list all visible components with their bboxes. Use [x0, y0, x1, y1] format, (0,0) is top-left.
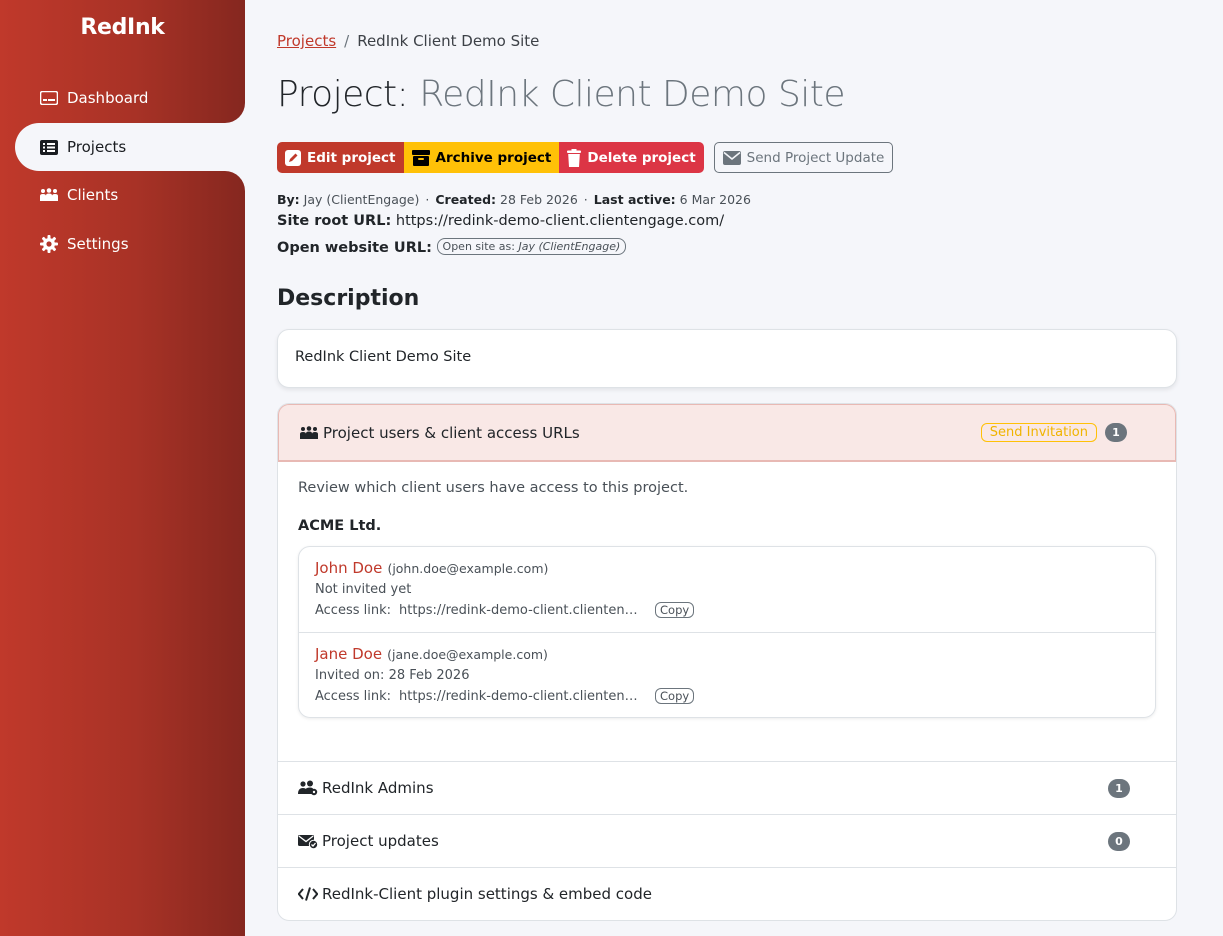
people-icon [39, 185, 59, 205]
user-name-link[interactable]: John Doe [315, 559, 382, 577]
gear-icon [39, 234, 59, 254]
copy-button[interactable]: Copy [655, 602, 695, 618]
send-project-update-button[interactable]: Send Project Update [713, 142, 894, 173]
breadcrumb: Projects / RedInk Client Demo Site [277, 32, 539, 50]
brand-logo[interactable]: RedInk [0, 0, 245, 64]
dashboard-icon [39, 88, 59, 108]
accordion-title: RedInk Admins [322, 779, 434, 797]
open-site-as-prefix: Open site as: [442, 240, 515, 253]
delete-project-label: Delete project [587, 149, 696, 166]
description-text: RedInk Client Demo Site [295, 349, 472, 365]
open-site-as-user: Jay (ClientEngage) [518, 240, 621, 253]
accordion-title: Project users & client access URLs [323, 423, 580, 442]
meta-last-active-value: 6 Mar 2026 [679, 192, 751, 207]
breadcrumb-current: RedInk Client Demo Site [357, 32, 540, 50]
list-item: Jane Doe (jane.doe@example.com) Invited … [299, 632, 1155, 717]
sidebar: RedInk Dashboard Projects Clients Settin… [0, 0, 245, 936]
admins-icon [298, 780, 318, 796]
count-badge: 1 [1108, 778, 1130, 798]
meta-by-label: By: [277, 192, 300, 207]
meta-created-value: 28 Feb 2026 [500, 192, 578, 207]
site-root-label: Site root URL: [277, 213, 392, 229]
user-access-link: Access link: https://redink-demo-client.… [315, 688, 1139, 704]
envelope-icon [722, 150, 741, 165]
accordion-header-actions: Send Invitation 1 [980, 423, 1127, 442]
edit-project-button[interactable]: Edit project [277, 142, 404, 173]
meta-last-active-label: Last active: [593, 192, 676, 207]
user-status: Invited on: 28 Feb 2026 [315, 668, 470, 683]
access-link-url[interactable]: https://redink-demo-client.clientengage.… [399, 689, 645, 704]
accordion-header-redink-admins[interactable]: RedInk Admins 1 [278, 761, 1176, 814]
user-email: (john.doe@example.com) [387, 561, 549, 576]
open-website-label: Open website URL: [277, 240, 432, 256]
accordion-body-project-users: Review which client users have access to… [278, 462, 1176, 718]
send-project-update-label: Send Project Update [746, 149, 885, 166]
project-meta: By: Jay (ClientEngage) · Created: 28 Feb 2… [277, 192, 751, 207]
accordion-title: Project updates [322, 832, 439, 850]
description-heading: Description [277, 286, 420, 311]
description-card: RedInk Client Demo Site [277, 329, 1177, 388]
access-link-url[interactable]: https://redink-demo-client.clientengage.… [399, 603, 645, 618]
page-title-prefix: Project: [277, 74, 409, 115]
project-actions: Edit project Archive project Delete proj… [277, 142, 894, 173]
user-name-link[interactable]: Jane Doe [315, 645, 382, 663]
sidebar-item-label: Clients [67, 186, 119, 204]
edit-project-label: Edit project [307, 149, 396, 166]
delete-project-button[interactable]: Delete project [559, 142, 704, 173]
accordion-title: RedInk-Client plugin settings & embed co… [322, 885, 652, 903]
meta-dot: · [425, 192, 430, 207]
user-status: Not invited yet [315, 582, 412, 597]
company-name: ACME Ltd. [298, 518, 382, 534]
sidebar-item-dashboard[interactable]: Dashboard [15, 74, 245, 122]
access-link-label: Access link: [315, 688, 392, 704]
sidebar-item-projects[interactable]: Projects [15, 123, 245, 171]
list-item: John Doe (john.doe@example.com) Not invi… [299, 547, 1155, 632]
send-invitation-button[interactable]: Send Invitation [980, 423, 1097, 442]
sidebar-item-label: Projects [67, 138, 127, 156]
open-website-url: Open website URL: Open site as: Jay (Cli… [277, 238, 627, 256]
count-badge: 0 [1108, 831, 1130, 851]
copy-button[interactable]: Copy [655, 688, 695, 704]
project-accordion: Project users & client access URLs Send … [277, 403, 1177, 921]
site-root-value[interactable]: https://redink-demo-client.clientengage.… [396, 213, 724, 229]
people-icon [299, 425, 319, 440]
accordion-header-plugin-settings[interactable]: RedInk-Client plugin settings & embed co… [278, 867, 1176, 920]
sidebar-item-label: Settings [67, 235, 129, 253]
envelope-check-icon [298, 834, 318, 849]
archive-icon [411, 149, 430, 166]
user-email: (jane.doe@example.com) [387, 647, 548, 662]
sidebar-item-label: Dashboard [67, 89, 149, 107]
site-root-url: Site root URL: https://redink-demo-clien… [277, 213, 724, 229]
breadcrumb-projects-link[interactable]: Projects [277, 32, 336, 50]
page-title-project-name: RedInk Client Demo Site [419, 74, 846, 115]
sidebar-item-settings[interactable]: Settings [15, 220, 245, 268]
open-site-as-button[interactable]: Open site as: Jay (ClientEngage) [436, 238, 627, 255]
access-link-label: Access link: [315, 602, 392, 618]
code-icon [298, 887, 318, 901]
list-icon [39, 137, 59, 157]
meta-created-label: Created: [435, 192, 497, 207]
meta-dot: · [583, 192, 588, 207]
user-list: John Doe (john.doe@example.com) Not invi… [298, 546, 1156, 718]
sidebar-item-clients[interactable]: Clients [15, 171, 245, 219]
edit-icon [285, 149, 301, 166]
archive-project-label: Archive project [435, 149, 552, 166]
user-access-link: Access link: https://redink-demo-client.… [315, 602, 1139, 618]
users-lead-text: Review which client users have access to… [298, 480, 689, 496]
page-title: Project: RedInk Client Demo Site [277, 74, 846, 115]
archive-project-button[interactable]: Archive project [403, 142, 560, 173]
accordion-header-project-users[interactable]: Project users & client access URLs Send … [278, 404, 1176, 462]
trash-icon [567, 148, 582, 167]
meta-by-value: Jay (ClientEngage) [303, 192, 420, 207]
count-badge: 1 [1105, 423, 1127, 442]
accordion-header-project-updates[interactable]: Project updates 0 [278, 814, 1176, 867]
breadcrumb-separator: / [344, 32, 350, 50]
